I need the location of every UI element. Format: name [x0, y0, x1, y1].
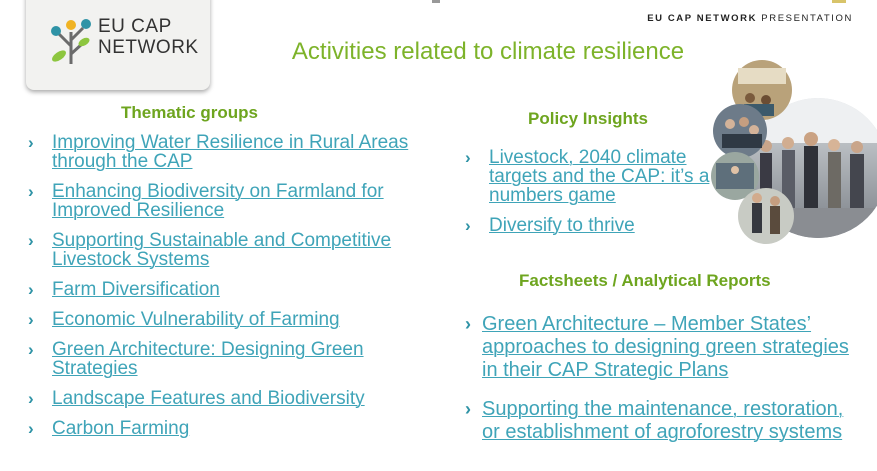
link-green-architecture[interactable]: Green Architecture: Designing Green Stra… — [52, 339, 364, 379]
list-item: › Enhancing Biodiversity on Farmland for … — [28, 182, 438, 220]
presentation-tag: EU CAP NETWORK PRESENTATION — [647, 13, 853, 24]
list-item: › Green Architecture: Designing Green Str… — [28, 340, 438, 378]
link-agroforestry-report[interactable]: Supporting the maintenance, restoration,… — [482, 398, 843, 443]
link-water-resilience[interactable]: Improving Water Resilience in Rural Area… — [52, 132, 408, 172]
chevron-right-icon: › — [465, 314, 471, 334]
policy-insights-heading: Policy Insights — [528, 109, 648, 128]
link-green-architecture-report[interactable]: Green Architecture – Member States’ appr… — [482, 313, 849, 381]
list-item: › Supporting the maintenance, restoration… — [465, 398, 865, 444]
list-item: › Livestock, 2040 climate targets and the… — [465, 148, 725, 205]
list-item: › Farm Diversification — [28, 280, 438, 299]
list-item: › Supporting Sustainable and Competitive … — [28, 231, 438, 269]
chevron-right-icon: › — [28, 231, 34, 250]
plant-icon — [51, 19, 91, 64]
chevron-right-icon: › — [465, 399, 471, 419]
link-carbon-farming[interactable]: Carbon Farming — [52, 418, 189, 439]
factsheets-list: › Green Architecture – Member States’ app… — [465, 313, 865, 460]
top-decoration — [432, 0, 440, 3]
link-diversify-to-thrive[interactable]: Diversify to thrive — [489, 215, 635, 236]
chevron-right-icon: › — [28, 310, 34, 329]
list-item: › Green Architecture – Member States’ app… — [465, 313, 865, 382]
chevron-right-icon: › — [28, 133, 34, 152]
top-right-decoration — [832, 0, 846, 3]
list-item: › Carbon Farming — [28, 419, 438, 438]
eu-cap-network-logo: EU CAP NETWORK — [26, 0, 210, 90]
chevron-right-icon: › — [28, 340, 34, 359]
policy-insights-list: › Livestock, 2040 climate targets and the… — [465, 148, 725, 246]
chevron-right-icon: › — [28, 389, 34, 408]
link-biodiversity-farmland[interactable]: Enhancing Biodiversity on Farmland for I… — [52, 181, 384, 221]
list-item: › Economic Vulnerability of Farming — [28, 310, 438, 329]
chevron-right-icon: › — [28, 419, 34, 438]
event-photos-collage — [711, 60, 877, 244]
link-landscape-features[interactable]: Landscape Features and Biodiversity — [52, 388, 365, 409]
list-item: › Diversify to thrive — [465, 216, 725, 235]
page-title: Activities related to climate resilience — [291, 38, 685, 65]
chevron-right-icon: › — [465, 216, 471, 235]
list-item: › Improving Water Resilience in Rural Are… — [28, 133, 438, 171]
link-farm-diversification[interactable]: Farm Diversification — [52, 279, 220, 300]
chevron-right-icon: › — [28, 182, 34, 201]
link-livestock-2040[interactable]: Livestock, 2040 climate targets and the … — [489, 147, 709, 206]
link-livestock-systems[interactable]: Supporting Sustainable and Competitive L… — [52, 230, 391, 270]
thematic-groups-list: › Improving Water Resilience in Rural Are… — [28, 133, 438, 449]
chevron-right-icon: › — [28, 280, 34, 299]
logo-text: EU CAP NETWORK — [98, 16, 199, 58]
photo-small-left — [713, 104, 767, 158]
factsheets-heading: Factsheets / Analytical Reports — [519, 271, 771, 290]
link-economic-vulnerability[interactable]: Economic Vulnerability of Farming — [52, 309, 340, 330]
chevron-right-icon: › — [465, 148, 471, 167]
thematic-groups-heading: Thematic groups — [121, 103, 258, 122]
photo-small-bottom — [738, 188, 794, 244]
list-item: › Landscape Features and Biodiversity — [28, 389, 438, 408]
